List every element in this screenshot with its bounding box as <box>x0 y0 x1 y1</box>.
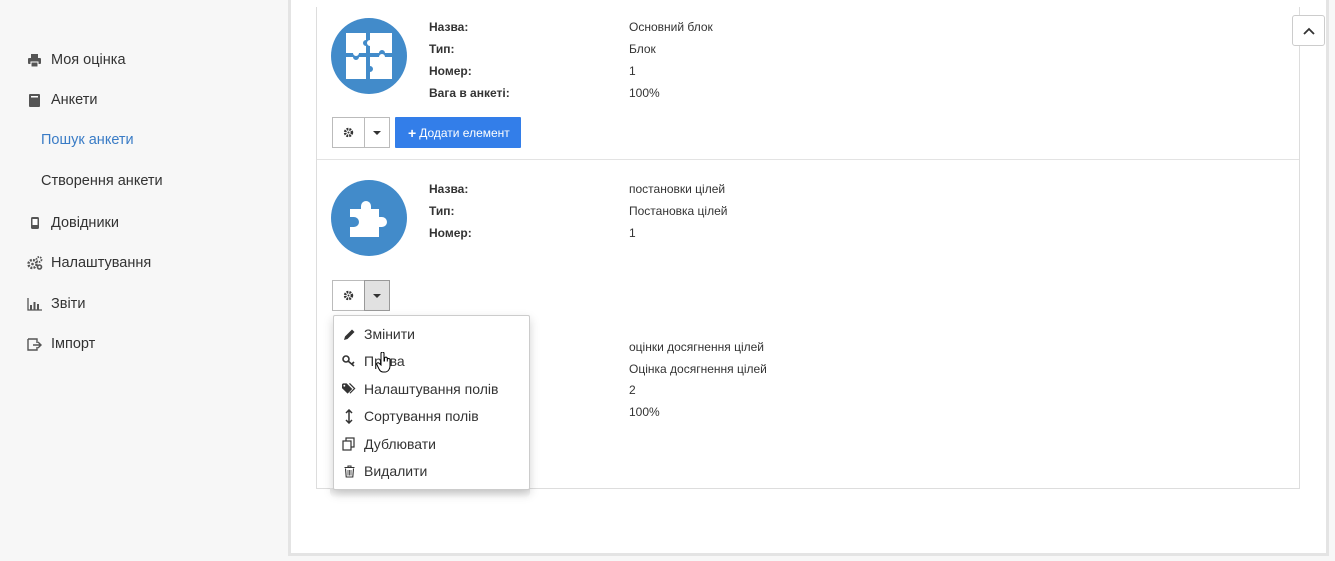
value-name: Основний блок <box>629 20 713 34</box>
value-weight: 100% <box>629 86 660 100</box>
sidebar-item-label: Імпорт <box>51 336 96 352</box>
menu-item-delete[interactable]: Видалити <box>334 459 529 483</box>
value-number: 2 <box>629 383 636 397</box>
value-type: Блок <box>629 42 656 56</box>
gear-icon <box>343 290 354 301</box>
value-weight: 100% <box>629 405 660 419</box>
caret-down-icon <box>373 293 381 298</box>
menu-item-permissions[interactable]: Права <box>334 349 529 373</box>
chart-icon <box>26 297 43 311</box>
block-actions-menu: Змінити Права Налаштування полів Сортува… <box>333 315 530 490</box>
menu-item-label: Змінити <box>364 326 415 342</box>
value-number: 1 <box>629 64 636 78</box>
hand-cursor-icon <box>376 351 392 379</box>
copy-icon <box>342 437 356 451</box>
trash-icon <box>342 464 356 478</box>
menu-item-sort-fields[interactable]: Сортування полів <box>334 404 529 428</box>
value-name: постановки цілей <box>629 182 726 196</box>
label-type: Тип: <box>429 42 455 56</box>
value-type: Постановка цілей <box>629 204 728 218</box>
sidebar-item-create-questionnaire[interactable]: Створення анкети <box>41 173 163 189</box>
dropdown-toggle-button[interactable] <box>364 117 390 148</box>
phone-icon <box>26 217 43 229</box>
value-number: 1 <box>629 226 636 240</box>
sort-vertical-icon <box>342 408 356 424</box>
puzzle-pieces-icon <box>346 33 392 79</box>
gear-icon <box>343 127 354 138</box>
menu-item-edit[interactable]: Змінити <box>334 322 529 346</box>
block-avatar <box>331 18 407 94</box>
sidebar-item-my-rating[interactable]: Моя оцінка <box>26 48 126 72</box>
value-type: Оцінка досягнення цілей <box>629 362 767 376</box>
label-weight: Вага в анкеті: <box>429 86 510 100</box>
label-name: Назва: <box>429 182 469 196</box>
value-name: оцінки досягнення цілей <box>629 340 764 354</box>
sidebar: Моя оцінка Анкети Пошук анкети Створення… <box>0 0 288 561</box>
sidebar-item-reports[interactable]: Звіти <box>26 292 85 316</box>
key-icon <box>342 355 356 367</box>
dropdown-toggle-button[interactable] <box>364 280 390 311</box>
menu-item-label: Сортування полів <box>364 408 479 424</box>
import-icon <box>26 337 43 351</box>
caret-down-icon <box>373 130 381 135</box>
menu-item-field-settings[interactable]: Налаштування полів <box>334 377 529 401</box>
menu-item-label: Видалити <box>364 463 428 479</box>
menu-item-duplicate[interactable]: Дублювати <box>334 432 529 456</box>
print-icon <box>26 53 43 67</box>
plus-icon: + <box>408 124 417 141</box>
sidebar-item-settings[interactable]: Налаштування <box>26 251 151 275</box>
sidebar-item-label: Моя оцінка <box>51 52 126 68</box>
puzzle-piece-icon <box>350 201 387 237</box>
gears-icon <box>26 256 43 270</box>
sidebar-item-search-questionnaire[interactable]: Пошук анкети <box>41 132 134 148</box>
settings-button[interactable] <box>332 117 365 148</box>
add-element-button[interactable]: + Додати елемент <box>395 117 521 148</box>
block-divider <box>317 159 1299 160</box>
sidebar-item-import[interactable]: Імпорт <box>26 332 95 356</box>
menu-item-label: Налаштування полів <box>364 381 499 397</box>
label-number: Номер: <box>429 226 472 240</box>
menu-item-label: Дублювати <box>364 436 436 452</box>
sidebar-item-label: Анкети <box>51 92 98 108</box>
label-type: Тип: <box>429 204 455 218</box>
sidebar-item-questionnaires[interactable]: Анкети <box>26 88 98 112</box>
block-avatar <box>331 180 407 256</box>
sidebar-item-label: Довідники <box>51 215 119 231</box>
scroll-to-top-button[interactable] <box>1292 15 1325 46</box>
sidebar-item-label: Налаштування <box>51 255 152 271</box>
label-number: Номер: <box>429 64 472 78</box>
sidebar-item-label: Звіти <box>51 296 86 312</box>
label-name: Назва: <box>429 20 469 34</box>
sidebar-item-directories[interactable]: Довідники <box>26 211 119 235</box>
book-icon <box>26 93 43 107</box>
tags-icon <box>342 383 356 395</box>
settings-button[interactable] <box>332 280 365 311</box>
chevron-up-icon <box>1302 27 1315 35</box>
pencil-icon <box>342 328 356 341</box>
add-element-label: Додати елемент <box>419 125 510 140</box>
